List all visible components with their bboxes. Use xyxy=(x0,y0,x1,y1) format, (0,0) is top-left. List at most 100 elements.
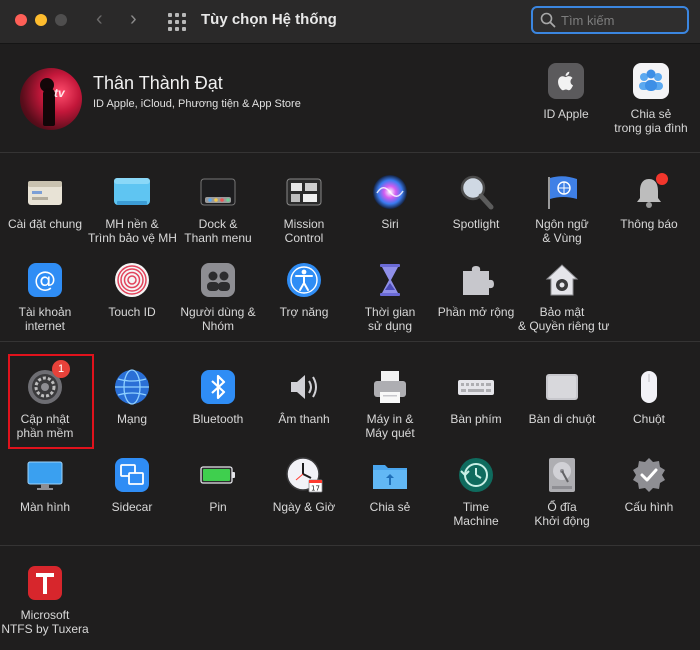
pref-label: Ngôn ngữ xyxy=(535,217,589,231)
pref-label-group: Ổ đĩa Khởi động xyxy=(518,500,606,528)
sharing-folder-icon xyxy=(371,456,409,494)
apple-logo-icon xyxy=(548,63,584,99)
puzzle-piece-icon xyxy=(457,261,495,299)
pref-label-group: Bluetooth xyxy=(174,412,262,426)
sidecar-pref[interactable]: Sidecar xyxy=(88,456,176,514)
house-lock-icon xyxy=(543,261,581,299)
displays-pref[interactable]: Màn hình xyxy=(1,456,89,514)
battery-icon xyxy=(199,456,237,494)
extensions-pref[interactable]: Phần mở rộng xyxy=(432,261,520,319)
hourglass-icon xyxy=(371,261,409,299)
spotlight-pref[interactable]: Spotlight xyxy=(432,173,520,231)
svg-text:@: @ xyxy=(34,268,56,293)
flag-globe-icon xyxy=(543,173,581,211)
language-region-pref[interactable]: Ngôn ngữ & Vùng xyxy=(518,173,606,245)
pref-label: Máy quét xyxy=(365,426,415,440)
sound-pref[interactable]: Âm thanh xyxy=(260,368,348,426)
pref-label: Spotlight xyxy=(452,217,500,231)
pref-label: Tài khoản xyxy=(18,305,72,319)
search-input[interactable] xyxy=(561,10,681,30)
pref-label-group: Màn hình xyxy=(1,500,89,514)
pref-label-group: Chuột xyxy=(605,412,693,426)
mission-control-pref[interactable]: Mission Control xyxy=(260,173,348,245)
pref-label: Thanh menu xyxy=(184,231,252,245)
trackpad-icon xyxy=(543,368,581,406)
pref-label-group: Người dùng & Nhóm xyxy=(174,305,262,333)
zoom-window-button[interactable] xyxy=(55,14,67,26)
time-machine-pref[interactable]: Time Machine xyxy=(432,456,520,528)
monitor-icon xyxy=(26,456,64,494)
microsoft-ntfs-pref[interactable]: Microsoft NTFS by Tuxera xyxy=(1,564,89,636)
checkmark-badge-icon xyxy=(630,456,668,494)
keyboard-pref[interactable]: Bàn phím xyxy=(432,368,520,426)
time-machine-icon xyxy=(457,456,495,494)
security-privacy-pref[interactable]: Bảo mật & Quyền riêng tư xyxy=(518,261,610,333)
user-name[interactable]: Thân Thành Đạt xyxy=(93,73,223,94)
show-all-grid-icon[interactable] xyxy=(168,13,186,31)
pref-label: Chia sẻ xyxy=(369,500,411,514)
pref-label: Machine xyxy=(453,514,499,528)
pref-label: Cài đặt chung xyxy=(7,217,83,231)
notifications-pref[interactable]: Thông báo xyxy=(605,173,693,231)
back-arrow-icon[interactable]: ‹ xyxy=(96,8,103,31)
minimize-window-button[interactable] xyxy=(35,14,47,26)
desktop-screensaver-pref[interactable]: MH nền & Trình bảo vệ MH xyxy=(88,173,177,245)
pref-label: Bảo mật xyxy=(539,305,585,319)
siri-pref[interactable]: Siri xyxy=(346,173,434,231)
close-window-button[interactable] xyxy=(15,14,27,26)
dock-icon xyxy=(199,173,237,211)
startup-disk-pref[interactable]: Ổ đĩa Khởi động xyxy=(518,456,606,528)
pref-label: sử dụng xyxy=(367,319,413,333)
pref-label: trong gia đình xyxy=(614,121,688,135)
printer-icon xyxy=(371,368,409,406)
pref-label-group: Thời gian sử dụng xyxy=(346,305,434,333)
pref-label: & Quyền riêng tư xyxy=(518,319,610,333)
date-time-pref[interactable]: 17 Ngày & Giờ xyxy=(260,456,348,514)
pref-label: Trình bảo vệ MH xyxy=(88,231,177,245)
pref-label: phần mềm xyxy=(16,426,74,440)
pref-label-group: Sidecar xyxy=(88,500,176,514)
pref-label-group: Microsoft NTFS by Tuxera xyxy=(1,608,89,636)
battery-pref[interactable]: Pin xyxy=(174,456,262,514)
software-update-pref[interactable]: 1 Cập nhật phần mềm xyxy=(1,360,89,440)
pref-label: Pin xyxy=(209,500,227,514)
pref-label: Khởi động xyxy=(534,514,590,528)
pref-label-group: MH nền & Trình bảo vệ MH xyxy=(88,217,177,245)
general-icon xyxy=(26,173,64,211)
pref-label-group: Thông báo xyxy=(605,217,693,231)
avatar[interactable]: tv xyxy=(20,68,82,130)
pref-label: Bàn di chuột xyxy=(528,412,596,426)
sharing-pref[interactable]: Chia sẻ xyxy=(346,456,434,514)
screen-time-pref[interactable]: Thời gian sử dụng xyxy=(346,261,434,333)
family-sharing-pref[interactable]: Chia sẻ trong gia đình xyxy=(606,63,696,135)
apple-id-pref[interactable]: ID Apple xyxy=(521,63,611,121)
mouse-pref[interactable]: Chuột xyxy=(605,368,693,426)
dock-menubar-pref[interactable]: Dock & Thanh menu xyxy=(174,173,262,245)
pref-label: Thông báo xyxy=(620,217,678,231)
bluetooth-pref[interactable]: Bluetooth xyxy=(174,368,262,426)
trackpad-pref[interactable]: Bàn di chuột xyxy=(518,368,606,426)
pref-label-group: Pin xyxy=(174,500,262,514)
pref-label: Nhóm xyxy=(201,319,234,333)
search-field[interactable] xyxy=(531,6,689,34)
pref-label: Chuột xyxy=(632,412,666,426)
pref-label-group: Cập nhật phần mềm xyxy=(1,412,89,440)
account-subtitle: ID Apple, iCloud, Phương tiện & App Stor… xyxy=(93,98,301,110)
pref-label: Ổ đĩa xyxy=(547,500,577,514)
pref-label: Mạng xyxy=(116,412,148,426)
accessibility-pref[interactable]: Trợ năng xyxy=(260,261,348,319)
pref-label: Time xyxy=(462,500,490,514)
pref-label-group: Dock & Thanh menu xyxy=(174,217,262,245)
sidecar-icon xyxy=(113,456,151,494)
forward-arrow-icon[interactable]: › xyxy=(130,8,137,31)
internet-accounts-pref[interactable]: @ Tài khoản internet xyxy=(1,261,89,333)
printers-scanners-pref[interactable]: Máy in & Máy quét xyxy=(346,368,434,440)
network-pref[interactable]: Mạng xyxy=(88,368,176,426)
pref-label: Siri xyxy=(381,217,399,231)
pref-label: Âm thanh xyxy=(278,412,330,426)
pref-label: Mission xyxy=(283,217,325,231)
users-groups-pref[interactable]: Người dùng & Nhóm xyxy=(174,261,262,333)
touch-id-pref[interactable]: Touch ID xyxy=(88,261,176,319)
general-pref[interactable]: Cài đặt chung xyxy=(1,173,89,231)
profiles-pref[interactable]: Cấu hình xyxy=(605,456,693,514)
